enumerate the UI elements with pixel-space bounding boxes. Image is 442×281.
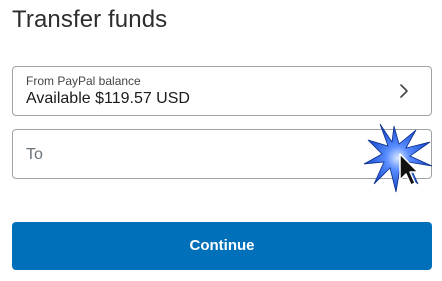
page-title: Transfer funds: [12, 6, 168, 33]
from-balance-selector[interactable]: From PayPal balance Available $119.57 US…: [12, 66, 432, 116]
chevron-right-icon: [397, 83, 411, 99]
transfer-funds-page: Transfer funds From PayPal balance Avail…: [0, 0, 442, 281]
to-recipient-field[interactable]: To: [12, 129, 432, 179]
from-field-value: Available $119.57 USD: [26, 90, 190, 107]
to-field-placeholder: To: [26, 146, 43, 163]
continue-button[interactable]: Continue: [12, 222, 432, 270]
from-field-label: From PayPal balance: [26, 74, 141, 88]
